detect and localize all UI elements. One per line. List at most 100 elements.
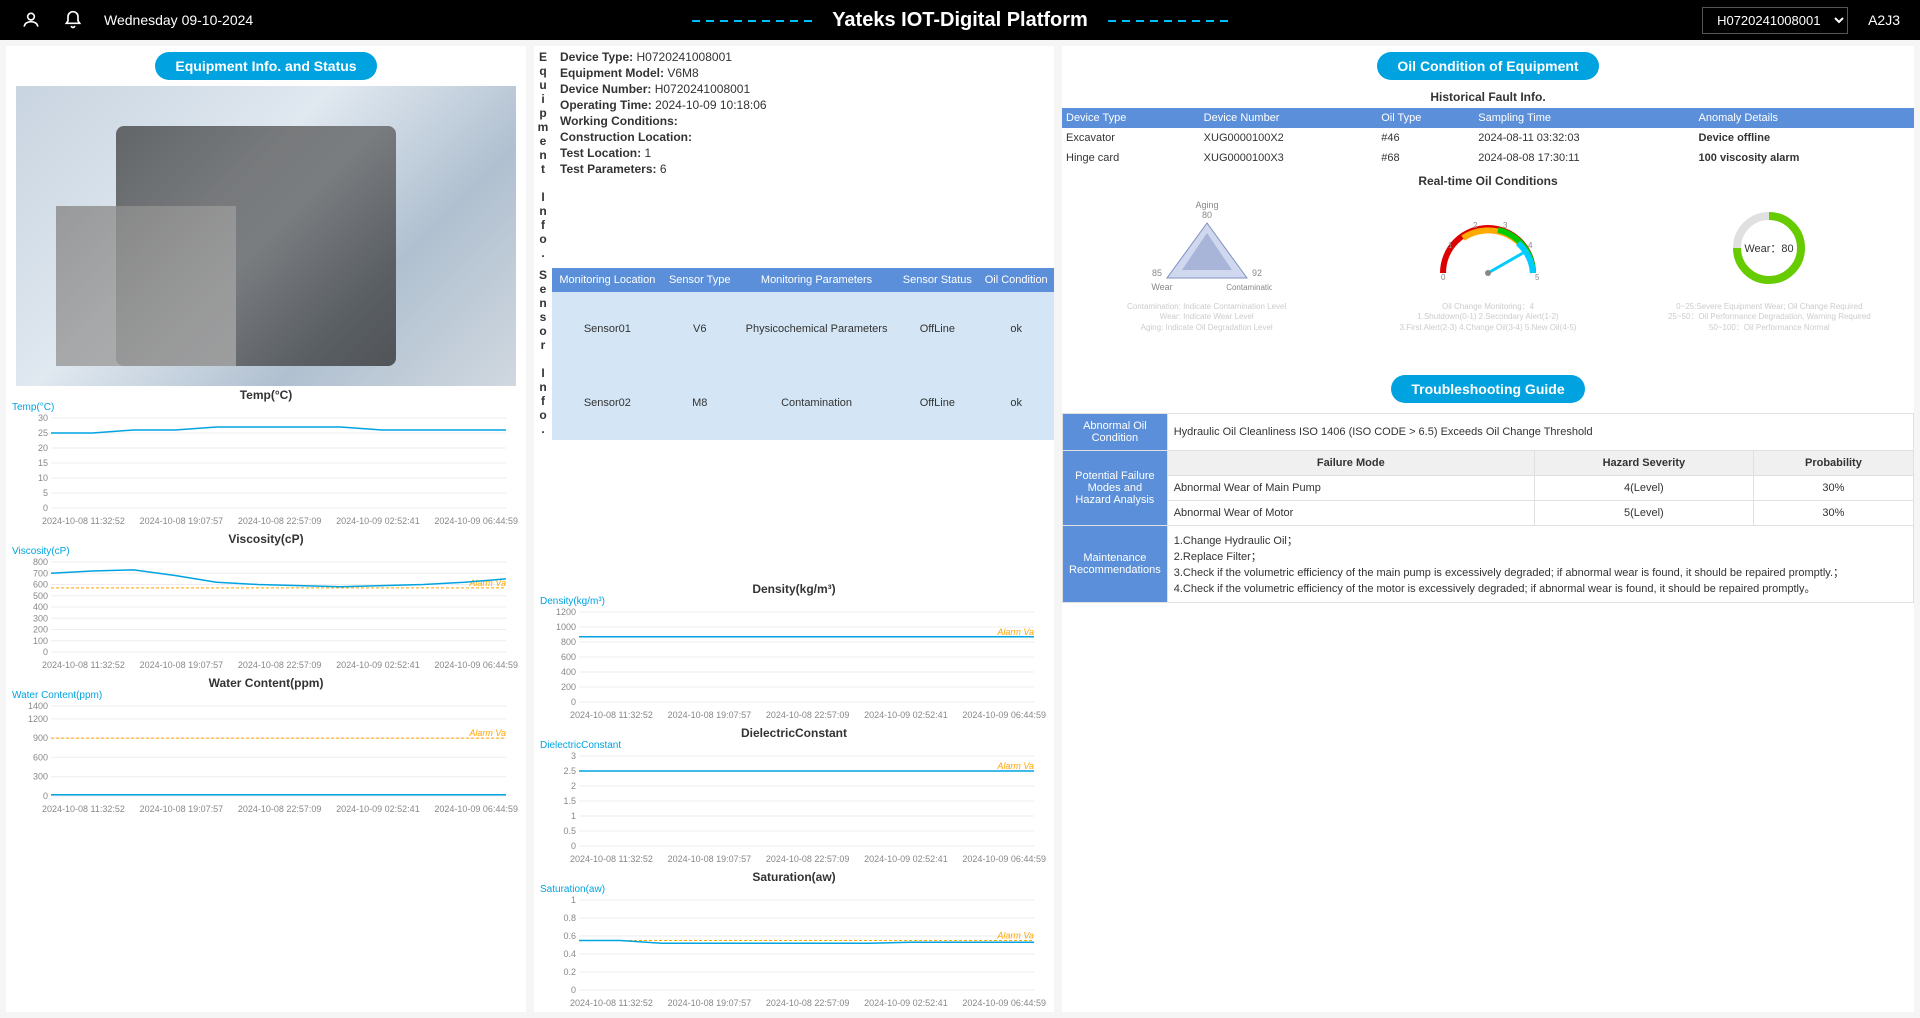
svg-text:400: 400: [561, 667, 576, 677]
device-type-label: Device Type:: [560, 50, 633, 64]
testparam-label: Test Parameters:: [560, 162, 657, 176]
svg-text:300: 300: [33, 772, 48, 782]
svg-text:15: 15: [38, 458, 48, 468]
svg-text:100: 100: [33, 636, 48, 646]
workcond-label: Working Conditions:: [560, 114, 678, 128]
svg-text:85: 85: [1152, 268, 1162, 278]
svg-text:20: 20: [38, 443, 48, 453]
svg-text:0.8: 0.8: [563, 913, 576, 923]
svg-text:800: 800: [561, 637, 576, 647]
maintenance-label: Maintenance Recommendations: [1063, 526, 1168, 603]
svg-text:10: 10: [38, 473, 48, 483]
svg-text:Wear：80: Wear：80: [1745, 243, 1794, 255]
fault-info-title: Historical Fault Info.: [1062, 86, 1914, 108]
equipment-info-panel: Equipment Info. Device Type: H0720241008…: [534, 46, 1054, 1012]
svg-text:200: 200: [33, 625, 48, 635]
equipment-info-label: Equipment Info.: [534, 46, 552, 264]
svg-text:1: 1: [571, 895, 576, 905]
chart-saturationaw: Saturation(aw) Saturation(aw) 00.20.40.6…: [534, 868, 1054, 1012]
svg-text:600: 600: [33, 580, 48, 590]
sensor-table: Monitoring LocationSensor TypeMonitoring…: [552, 268, 1054, 440]
aging-triangle: Aging 80 85 Wear 92 Contamination Contam…: [1066, 198, 1347, 335]
svg-text:0: 0: [43, 791, 48, 801]
svg-text:2: 2: [571, 781, 576, 791]
svg-text:5: 5: [1535, 273, 1540, 282]
troubleshooting-table: Abnormal Oil ConditionHydraulic Oil Clea…: [1062, 413, 1914, 603]
svg-text:1400: 1400: [28, 701, 48, 711]
bell-icon[interactable]: [62, 9, 84, 31]
fault-header: Device Number: [1200, 108, 1378, 128]
header-date: Wednesday 09-10-2024: [104, 12, 253, 28]
svg-text:300: 300: [33, 613, 48, 623]
potential-failure-label: Potential Failure Modes and Hazard Analy…: [1063, 451, 1168, 526]
oil-change-gauge: 01 23 45 Oil Change Monitoring：41.Shutdo…: [1347, 198, 1628, 335]
device-type-value: H0720241008001: [637, 50, 732, 64]
svg-text:1200: 1200: [556, 607, 576, 617]
svg-text:0.2: 0.2: [563, 967, 576, 977]
svg-text:2: 2: [1473, 221, 1478, 230]
equipment-status-panel: Equipment Info. and Status Temp(°C) Temp…: [6, 46, 526, 1012]
top-bar: Wednesday 09-10-2024 Yateks IOT-Digital …: [0, 0, 1920, 40]
user-code: A2J3: [1868, 12, 1900, 28]
chart-tempc: Temp(°C) Temp(°C) 051015202530 2024-10-0…: [6, 386, 526, 530]
svg-text:0: 0: [571, 697, 576, 707]
svg-text:Wear: Wear: [1151, 282, 1172, 292]
abnormal-oil-label: Abnormal Oil Condition: [1063, 414, 1168, 451]
svg-text:1000: 1000: [556, 622, 576, 632]
fault-header: Anomaly Details: [1695, 108, 1914, 128]
svg-text:200: 200: [561, 682, 576, 692]
equipment-image: [16, 86, 516, 386]
chart-viscositycp: Viscosity(cP) Viscosity(cP) 010020030040…: [6, 530, 526, 674]
testparam-value: 6: [660, 162, 667, 176]
chart-densitykgm: Density(kg/m³) Density(kg/m³) 0200400600…: [534, 580, 1054, 724]
svg-text:2.5: 2.5: [563, 766, 576, 776]
svg-text:30: 30: [38, 413, 48, 423]
svg-text:900: 900: [33, 733, 48, 743]
platform-title: Yateks IOT-Digital Platform: [832, 9, 1088, 32]
table-row: Sensor01V6Physicochemical ParametersOffL…: [552, 292, 1054, 366]
svg-text:3: 3: [1503, 221, 1508, 230]
svg-text:800: 800: [33, 557, 48, 567]
svg-text:1: 1: [571, 811, 576, 821]
equipment-status-title: Equipment Info. and Status: [155, 52, 376, 80]
table-row: Hinge cardXUG0000100X3#682024-08-08 17:3…: [1062, 148, 1914, 168]
svg-text:25: 25: [38, 428, 48, 438]
realtime-title: Real-time Oil Conditions: [1062, 168, 1914, 194]
oil-condition-panel: Oil Condition of Equipment Historical Fa…: [1062, 46, 1914, 1012]
oil-condition-title: Oil Condition of Equipment: [1377, 52, 1598, 80]
wear-ring: Wear：80 0~25:Severe Equipment Wear; Oil …: [1629, 198, 1910, 335]
svg-text:1.5: 1.5: [563, 796, 576, 806]
svg-text:Alarm Va: Alarm Va: [996, 627, 1034, 637]
device-select[interactable]: H0720241008001: [1702, 7, 1848, 34]
svg-text:92: 92: [1252, 268, 1262, 278]
svg-text:0: 0: [571, 985, 576, 995]
sensor-header: Sensor Status: [896, 268, 978, 292]
abnormal-oil-text: Hydraulic Oil Cleanliness ISO 1406 (ISO …: [1167, 414, 1913, 451]
svg-text:600: 600: [33, 752, 48, 762]
maintenance-text: 1.Change Hydraulic Oil； 2.Replace Filter…: [1167, 526, 1913, 603]
svg-text:0: 0: [43, 647, 48, 657]
table-row: ExcavatorXUG0000100X2#462024-08-11 03:32…: [1062, 128, 1914, 148]
svg-text:Aging: Aging: [1195, 200, 1218, 210]
sensor-header: Monitoring Parameters: [737, 268, 897, 292]
svg-text:3: 3: [571, 751, 576, 761]
number-label: Device Number:: [560, 82, 651, 96]
svg-text:600: 600: [561, 652, 576, 662]
svg-text:500: 500: [33, 591, 48, 601]
user-icon[interactable]: [20, 9, 42, 31]
svg-text:5: 5: [43, 488, 48, 498]
chart-watercontentppm: Water Content(ppm) Water Content(ppm) 03…: [6, 674, 526, 818]
svg-text:Alarm Va: Alarm Va: [996, 761, 1034, 771]
svg-text:0: 0: [1441, 273, 1446, 282]
fault-header: Oil Type: [1377, 108, 1474, 128]
model-value: V6M8: [667, 66, 698, 80]
chart-dielectricconstant: DielectricConstant DielectricConstant 00…: [534, 724, 1054, 868]
optime-label: Operating Time:: [560, 98, 652, 112]
svg-text:Alarm Va: Alarm Va: [468, 728, 506, 738]
constloc-label: Construction Location:: [560, 130, 692, 144]
sensor-header: Monitoring Location: [552, 268, 663, 292]
testloc-label: Test Location:: [560, 146, 641, 160]
svg-text:1: 1: [1448, 241, 1453, 250]
svg-text:0.6: 0.6: [563, 931, 576, 941]
table-row: Sensor02M8ContaminationOffLineok: [552, 366, 1054, 440]
